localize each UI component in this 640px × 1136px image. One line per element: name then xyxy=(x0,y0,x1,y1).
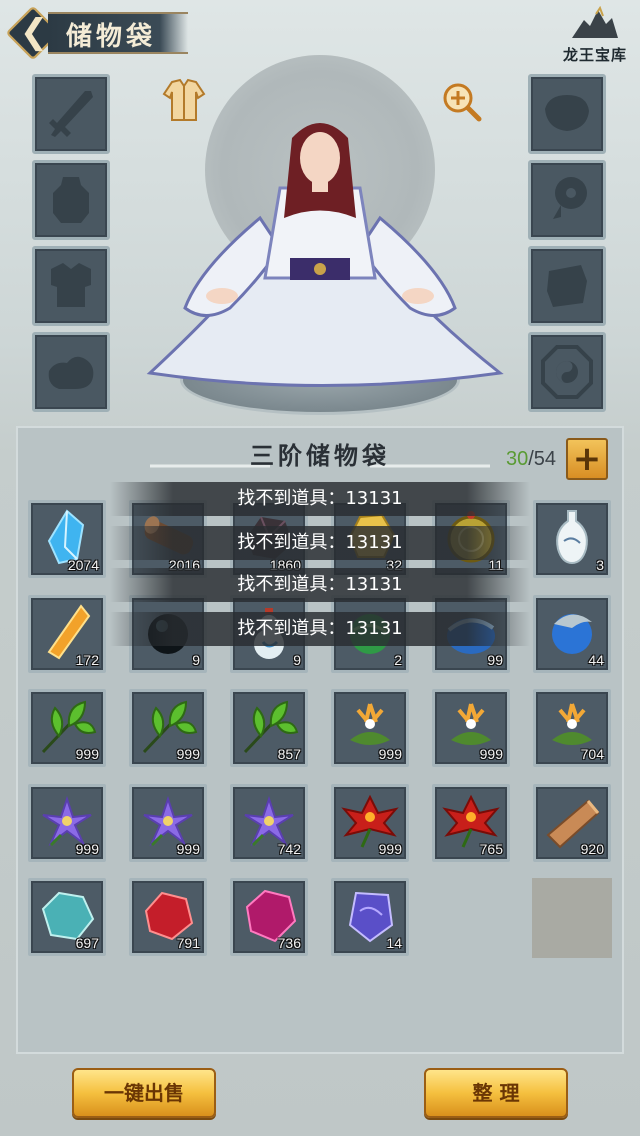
toast-message: 找不到道具：13131 xyxy=(110,612,530,646)
equip-slot-boots[interactable] xyxy=(32,332,110,412)
equip-slot-amulet[interactable] xyxy=(528,160,606,240)
inventory-title: 三阶储物袋 xyxy=(250,441,390,470)
inventory-item[interactable]: 999 xyxy=(129,784,207,862)
equip-slot-ring[interactable] xyxy=(528,74,606,154)
equip-slot-weapon[interactable] xyxy=(32,74,110,154)
capacity-counter: 30/54 xyxy=(506,448,556,471)
inventory-item[interactable]: 44 xyxy=(533,595,611,673)
inventory-item[interactable]: 14 xyxy=(331,878,409,956)
capacity-total: /54 xyxy=(528,448,557,470)
item-quantity: 791 xyxy=(176,935,200,951)
brand-logo: 龙王宝库 xyxy=(558,5,632,68)
inventory-item[interactable]: 697 xyxy=(28,878,106,956)
expand-capacity-button[interactable]: + xyxy=(566,438,608,480)
equip-slot-helmet[interactable] xyxy=(32,160,110,240)
inventory-item[interactable]: 3 xyxy=(533,500,611,578)
inventory-item[interactable]: 765 xyxy=(432,784,510,862)
item-quantity: 736 xyxy=(277,935,301,951)
item-quantity: 172 xyxy=(75,652,99,668)
item-quantity: 697 xyxy=(75,935,99,951)
inventory-item[interactable]: 999 xyxy=(331,784,409,862)
ring-icon xyxy=(545,95,589,131)
inventory-item[interactable]: 920 xyxy=(533,784,611,862)
item-quantity: 44 xyxy=(588,652,604,668)
sword-icon xyxy=(49,91,93,137)
inventory-item[interactable]: 999 xyxy=(129,689,207,767)
armor-icon xyxy=(51,263,91,307)
item-quantity: 742 xyxy=(277,841,301,857)
equip-slot-bracer[interactable] xyxy=(528,246,606,326)
item-quantity: 14 xyxy=(386,935,402,951)
sort-button[interactable]: 整 理 xyxy=(424,1068,568,1118)
inventory-item[interactable]: 172 xyxy=(28,595,106,673)
item-quantity: 999 xyxy=(378,746,402,762)
page-title: 储物袋 xyxy=(66,22,157,52)
equip-slot-armor[interactable] xyxy=(32,246,110,326)
plus-icon: + xyxy=(572,439,602,479)
bracer-icon xyxy=(547,265,587,307)
item-quantity: 999 xyxy=(176,746,200,762)
sell-all-button[interactable]: 一键出售 xyxy=(72,1068,216,1118)
amulet-icon xyxy=(553,177,587,219)
boots-icon xyxy=(48,356,94,389)
character-avatar xyxy=(146,123,504,387)
toast-message: 找不到道具：13131 xyxy=(110,568,530,602)
item-quantity: 920 xyxy=(580,841,604,857)
inventory-item[interactable]: 736 xyxy=(230,878,308,956)
capacity-used: 30 xyxy=(506,448,529,470)
inventory-item[interactable]: 999 xyxy=(28,689,106,767)
item-quantity: 999 xyxy=(75,746,99,762)
inventory-item[interactable]: 999 xyxy=(28,784,106,862)
toast-message: 找不到道具：13131 xyxy=(110,482,530,516)
helmet-icon xyxy=(53,177,89,223)
inventory-item[interactable]: 999 xyxy=(432,689,510,767)
inventory-item[interactable]: 742 xyxy=(230,784,308,862)
item-quantity: 765 xyxy=(479,841,503,857)
item-quantity: 9 xyxy=(293,652,301,668)
inventory-item[interactable]: 791 xyxy=(129,878,207,956)
dragon-emblem-icon xyxy=(572,5,618,38)
inventory-item[interactable]: 999 xyxy=(331,689,409,767)
item-quantity: 2 xyxy=(394,652,402,668)
bagua-icon xyxy=(541,345,593,399)
item-quantity: 999 xyxy=(479,746,503,762)
item-quantity: 704 xyxy=(580,746,604,762)
item-quantity: 999 xyxy=(75,841,99,857)
robe-icon[interactable] xyxy=(160,76,208,124)
item-quantity: 99 xyxy=(487,652,503,668)
toast-message: 找不到道具：13131 xyxy=(110,526,530,560)
inventory-item[interactable]: 2074 xyxy=(28,500,106,578)
item-quantity: 2074 xyxy=(67,557,99,573)
item-quantity: 999 xyxy=(378,841,402,857)
inventory-item[interactable]: 857 xyxy=(230,689,308,767)
equip-slot-trinket[interactable] xyxy=(528,332,606,412)
brand-name: 龙王宝库 xyxy=(562,46,627,64)
empty-slot[interactable] xyxy=(532,878,612,958)
item-quantity: 857 xyxy=(277,746,301,762)
inventory-item[interactable]: 704 xyxy=(533,689,611,767)
item-quantity: 999 xyxy=(176,841,200,857)
zoom-in-icon[interactable] xyxy=(440,80,482,122)
item-quantity: 9 xyxy=(192,652,200,668)
item-quantity: 3 xyxy=(596,557,604,573)
white-vase-icon xyxy=(556,510,588,565)
